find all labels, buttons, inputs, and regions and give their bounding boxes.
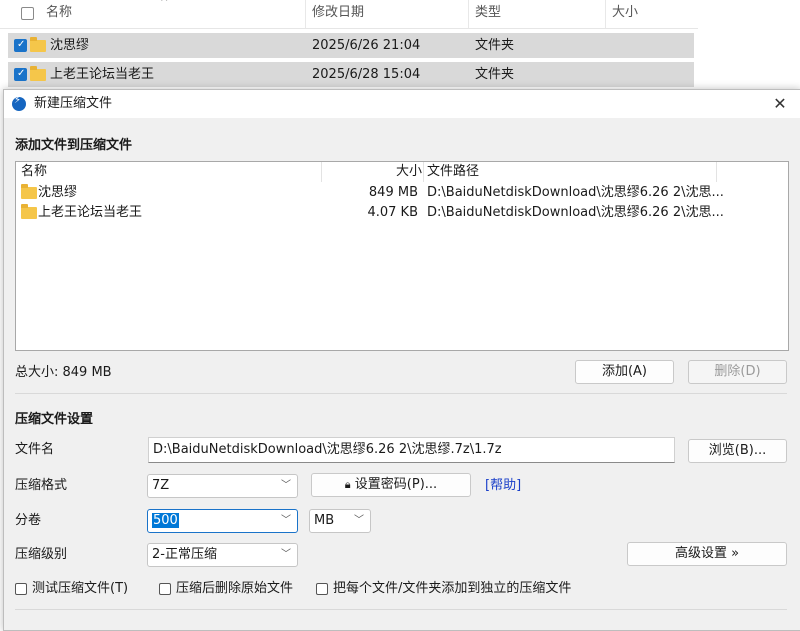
file-list-row[interactable]: 沈思缪 849 MB D:\BaiduNetdiskDownload\沈思缪6.… (16, 183, 724, 203)
dialog-titlebar[interactable]: 新建压缩文件 ✕ (4, 90, 800, 118)
file-name: 沈思缪 (38, 185, 78, 200)
header-divider[interactable] (423, 162, 424, 182)
row-date: 2025/6/28 15:04 (312, 67, 421, 82)
level-label: 压缩级别 (15, 547, 68, 562)
delete-after-label: 压缩后删除原始文件 (176, 581, 294, 596)
volume-label: 分卷 (15, 513, 42, 528)
row-name: 上老王论坛当老王 (50, 67, 155, 82)
delete-after-checkbox[interactable] (159, 583, 171, 595)
list-header-name[interactable]: 名称 (21, 162, 47, 182)
explorer-row[interactable]: 上老王论坛当老王 2025/6/28 15:04 文件夹 (8, 62, 694, 87)
row-checkbox[interactable] (14, 39, 27, 52)
browse-button[interactable]: 浏览(B)... (688, 439, 787, 463)
file-list-row[interactable]: 上老王论坛当老王 4.07 KB D:\BaiduNetdiskDownload… (16, 203, 724, 223)
list-header-size[interactable]: 大小 (322, 162, 422, 182)
compression-level-select[interactable]: 2-正常压缩 ﹀ (147, 543, 298, 567)
folder-icon (21, 203, 37, 223)
add-files-section-title: 添加文件到压缩文件 (15, 138, 133, 153)
folder-icon (21, 183, 37, 203)
column-date[interactable]: 修改日期 (305, 0, 472, 28)
folder-icon (30, 33, 46, 58)
advanced-settings-button[interactable]: 高级设置 » (627, 542, 787, 566)
format-label: 压缩格式 (15, 478, 68, 493)
file-explorer: 名称 ^ 修改日期 类型 大小 沈思缪 2025/6/26 21:04 文件夹 … (0, 0, 800, 95)
filename-label: 文件名 (15, 442, 55, 457)
test-archive-label: 测试压缩文件(T) (32, 581, 129, 596)
test-archive-option[interactable]: 测试压缩文件(T) (15, 579, 128, 599)
set-password-button[interactable]: 🔒︎ 设置密码(P)... (311, 473, 471, 497)
volume-size-select[interactable]: 500 ﹀ (147, 509, 298, 533)
explorer-column-header: 名称 ^ 修改日期 类型 大小 (0, 0, 698, 29)
total-size-label: 总大小: 849 MB (15, 365, 112, 380)
header-divider[interactable] (716, 162, 717, 182)
lock-icon: 🔒︎ (344, 478, 351, 491)
row-checkbox[interactable] (14, 68, 27, 81)
format-select[interactable]: 7Z ﹀ (147, 474, 298, 498)
set-password-label: 设置密码(P)... (354, 477, 438, 492)
new-archive-dialog: 新建压缩文件 ✕ 添加文件到压缩文件 名称 大小 文件路径 沈思缪 849 MB… (3, 89, 800, 631)
file-path: D:\BaiduNetdiskDownload\沈思缪6.26 2\沈思... (427, 205, 724, 220)
file-name: 上老王论坛当老王 (38, 205, 143, 220)
row-name: 沈思缪 (50, 38, 90, 53)
column-type[interactable]: 类型 (468, 0, 607, 28)
row-type: 文件夹 (475, 67, 515, 82)
dialog-title: 新建压缩文件 (34, 96, 113, 111)
delete-button[interactable]: 删除(D) (688, 360, 787, 384)
volume-size-value[interactable]: 500 (152, 513, 179, 528)
settings-section-title: 压缩文件设置 (15, 412, 94, 427)
add-button[interactable]: 添加(A) (575, 360, 674, 384)
separate-archives-label: 把每个文件/文件夹添加到独立的压缩文件 (333, 581, 572, 596)
list-header-path[interactable]: 文件路径 (427, 162, 479, 182)
sort-chevron-icon: ^ (160, 0, 169, 8)
format-value: 7Z (152, 478, 170, 493)
row-type: 文件夹 (475, 38, 515, 53)
compression-level-value: 2-正常压缩 (152, 547, 217, 562)
section-divider (15, 393, 787, 394)
select-all-checkbox[interactable] (21, 7, 34, 20)
chevron-down-icon: ﹀ (281, 480, 291, 491)
column-name[interactable]: 名称 (46, 0, 72, 28)
column-size[interactable]: 大小 (605, 0, 698, 28)
separate-archives-checkbox[interactable] (316, 583, 328, 595)
file-list-header: 名称 大小 文件路径 (16, 162, 788, 182)
bottom-divider (15, 609, 787, 610)
help-link[interactable]: [帮助] (485, 476, 521, 496)
close-icon[interactable]: ✕ (768, 92, 792, 116)
chevron-down-icon: ﹀ (354, 515, 364, 526)
file-path: D:\BaiduNetdiskDownload\沈思缪6.26 2\沈思... (427, 185, 724, 200)
volume-unit-select[interactable]: MB ﹀ (309, 509, 371, 533)
filename-input[interactable]: D:\BaiduNetdiskDownload\沈思缪6.26 2\沈思缪.7z… (148, 437, 675, 463)
file-list[interactable]: 名称 大小 文件路径 沈思缪 849 MB D:\BaiduNetdiskDow… (15, 161, 789, 351)
file-size: 849 MB (368, 185, 418, 200)
delete-after-option[interactable]: 压缩后删除原始文件 (159, 579, 293, 599)
app-logo-icon (12, 95, 26, 111)
row-date: 2025/6/26 21:04 (312, 38, 421, 53)
file-size: 4.07 KB (367, 205, 418, 220)
test-archive-checkbox[interactable] (15, 583, 27, 595)
separate-archives-option[interactable]: 把每个文件/文件夹添加到独立的压缩文件 (316, 579, 571, 599)
chevron-down-icon: ﹀ (281, 549, 291, 560)
folder-icon (30, 62, 46, 87)
volume-unit-value: MB (314, 513, 335, 528)
explorer-row[interactable]: 沈思缪 2025/6/26 21:04 文件夹 (8, 33, 694, 58)
chevron-down-icon: ﹀ (281, 515, 291, 526)
